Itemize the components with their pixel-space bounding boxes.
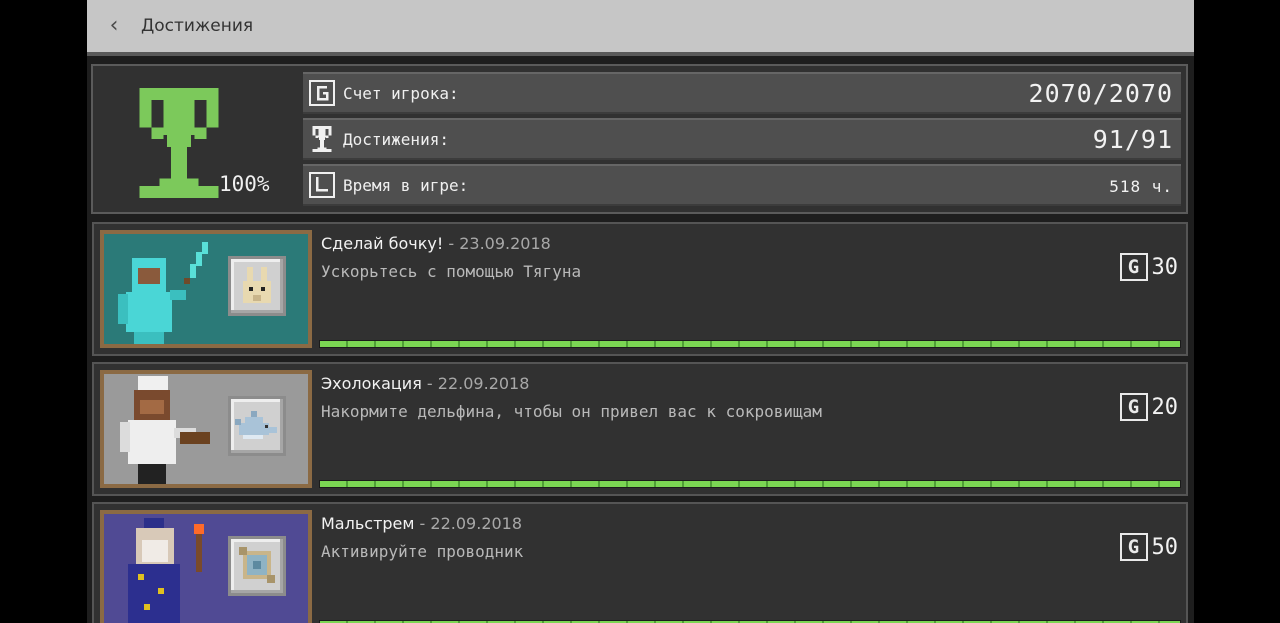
achievement-image (100, 510, 312, 623)
gamerscore-icon: G (1119, 253, 1148, 281)
play-time-row: Время в игре: 518 ч. (303, 164, 1181, 206)
progress-fill (320, 481, 1180, 487)
achievements-count-value: 91/91 (1092, 125, 1173, 154)
achievement-name: Сделай бочку! (321, 234, 444, 253)
achievements-summary: 100% Счет игрока: 2070/2070 Достижения: (91, 64, 1188, 214)
gamerscore-icon: G (1119, 393, 1148, 421)
achievement-score: G 50 (1119, 532, 1179, 562)
achievement-title: Сделай бочку! - 23.09.2018 (321, 234, 551, 253)
achievement-score: G 30 (1119, 252, 1179, 282)
achievement-points: 30 (1151, 254, 1179, 280)
player-score-row: Счет игрока: 2070/2070 (303, 72, 1181, 114)
title-separator: - (448, 234, 455, 253)
achievement-date: 22.09.2018 (437, 374, 530, 393)
clock-icon (309, 172, 335, 198)
achievement-badge (228, 396, 286, 456)
achievement-badge (228, 256, 286, 316)
title-separator: - (426, 374, 433, 393)
conduit-icon (239, 547, 275, 583)
achievements-screen: ‹ Достижения 100% Счет игрока: 2070/2070… (87, 0, 1194, 623)
page-title: Достижения (141, 16, 254, 36)
player-score-label: Счет игрока: (343, 84, 459, 103)
back-button[interactable]: ‹ (101, 12, 127, 40)
achievement-progress (319, 340, 1181, 348)
completion-percent: 100% (219, 172, 270, 196)
achievement-item[interactable]: Сделай бочку! - 23.09.2018 Ускорьтесь с … (92, 222, 1188, 356)
top-bar: ‹ Достижения (87, 0, 1194, 56)
achievement-name: Мальстрем (321, 514, 415, 533)
play-time-label: Время в игре: (343, 176, 469, 195)
achievement-image (100, 230, 312, 348)
achievement-title: Мальстрем - 22.09.2018 (321, 514, 522, 533)
achievement-name: Эхолокация (321, 374, 422, 393)
chevron-left-icon: ‹ (109, 13, 119, 38)
rabbit-icon (243, 267, 271, 303)
title-separator: - (419, 514, 426, 533)
achievement-image (100, 370, 312, 488)
achievements-count-row: Достижения: 91/91 (303, 118, 1181, 160)
achievement-badge (228, 536, 286, 596)
progress-fill (320, 341, 1180, 347)
achievement-description: Накормите дельфина, чтобы он привел вас … (321, 402, 822, 421)
trophy-icon (139, 88, 219, 198)
dolphin-icon (235, 411, 277, 439)
trophy-icon (312, 126, 332, 152)
play-time-value: 518 ч. (1109, 177, 1173, 196)
achievement-description: Ускорьтесь с помощью Тягуна (321, 262, 582, 281)
achievements-count-label: Достижения: (343, 130, 449, 149)
achievement-description: Активируйте проводник (321, 542, 524, 561)
gamerscore-icon: G (1119, 533, 1148, 561)
achievement-progress (319, 480, 1181, 488)
g-score-icon (309, 80, 335, 106)
achievement-item[interactable]: Эхолокация - 22.09.2018 Накормите дельфи… (92, 362, 1188, 496)
achievement-points: 20 (1151, 394, 1179, 420)
achievement-item[interactable]: Мальстрем - 22.09.2018 Активируйте прово… (92, 502, 1188, 623)
achievement-title: Эхолокация - 22.09.2018 (321, 374, 529, 393)
achievement-score: G 20 (1119, 392, 1179, 422)
achievement-date: 23.09.2018 (459, 234, 551, 253)
achievement-date: 22.09.2018 (430, 514, 523, 533)
achievement-points: 50 (1151, 534, 1179, 560)
player-score-value: 2070/2070 (1028, 79, 1173, 108)
